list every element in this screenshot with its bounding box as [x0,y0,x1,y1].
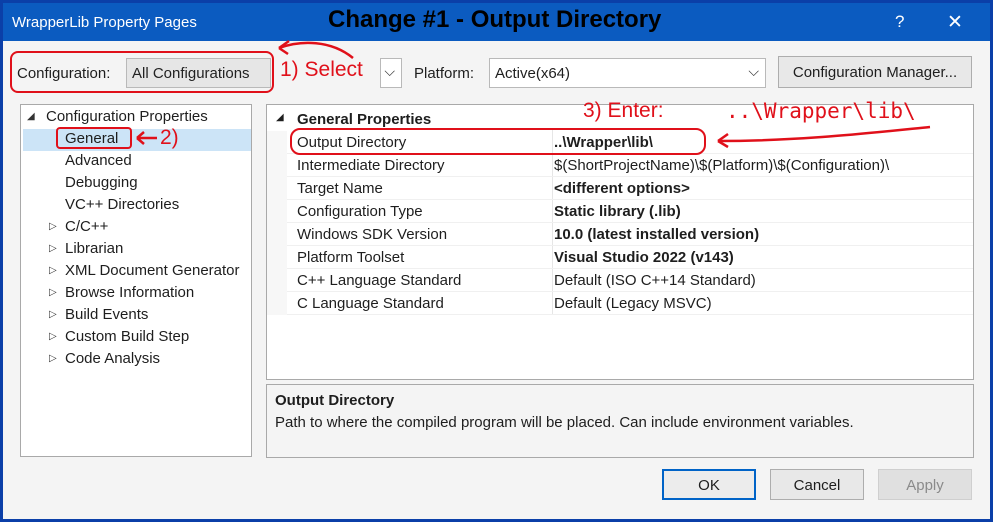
property-pages-dialog: WrapperLib Property Pages Change #1 - Ou… [0,0,993,522]
tree-item-advanced[interactable]: Advanced [65,152,132,172]
apply-button[interactable]: Apply [878,469,972,500]
expand-arrow-icon[interactable]: ▷ [49,353,57,364]
banner-title: Change #1 - Output Directory [328,6,662,33]
platform-value: Active(x64) [495,65,571,82]
property-row-platform-toolset[interactable]: Platform Toolset Visual Studio 2022 (v14… [287,246,973,269]
category-tree: ◢ Configuration Properties General Advan… [20,104,252,457]
annotation-output-directory-highlight [290,128,706,155]
expand-arrow-icon[interactable]: ▷ [49,243,57,254]
tree-item-vc-directories[interactable]: VC++ Directories [65,196,179,216]
configuration-manager-button[interactable]: Configuration Manager... [778,56,972,88]
cancel-button[interactable]: Cancel [770,469,864,500]
property-row-c-language-standard[interactable]: C Language Standard Default (Legacy MSVC… [287,292,973,315]
chevron-down-icon: ⌵ [748,63,759,79]
annotation-step-3-label: 3) Enter: [583,99,664,122]
annotation-arrow-3 [717,125,931,149]
configuration-dropdown-toggle[interactable]: ⌵ [380,58,402,88]
chevron-down-icon: ⌵ [384,63,395,79]
annotation-arrow-2 [136,131,157,145]
expand-arrow-icon[interactable]: ▷ [49,287,57,298]
annotation-configuration-highlight [10,51,274,93]
description-text: Path to where the compiled program will … [275,414,854,431]
property-row-cpp-language-standard[interactable]: C++ Language Standard Default (ISO C++14… [287,269,973,292]
description-panel: Output Directory Path to where the compi… [266,384,974,458]
property-row-intermediate-directory[interactable]: Intermediate Directory $(ShortProjectNam… [287,154,973,177]
collapse-arrow-icon[interactable]: ◢ [27,111,35,122]
expand-arrow-icon[interactable]: ▷ [49,309,57,320]
annotation-step-2: 2) [160,126,179,149]
property-row-windows-sdk-version[interactable]: Windows SDK Version 10.0 (latest install… [287,223,973,246]
annotation-arrow-1 [278,39,354,59]
collapse-arrow-icon[interactable]: ◢ [276,112,284,123]
expand-arrow-icon[interactable]: ▷ [49,331,57,342]
close-icon[interactable]: ✕ [947,11,963,34]
help-icon[interactable]: ? [895,12,904,32]
title-bar: WrapperLib Property Pages Change #1 - Ou… [3,3,990,41]
annotation-step-3-value: ..\Wrapper\lib\ [726,99,916,123]
window-title: WrapperLib Property Pages [12,14,197,31]
expand-arrow-icon[interactable]: ▷ [49,265,57,276]
property-row-configuration-type[interactable]: Configuration Type Static library (.lib) [287,200,973,223]
platform-label: Platform: [414,65,475,82]
description-title: Output Directory [275,392,395,409]
grid-gutter [267,131,287,315]
ok-button[interactable]: OK [662,469,756,500]
platform-dropdown[interactable]: Active(x64) ⌵ [489,58,766,88]
tree-item-debugging[interactable]: Debugging [65,174,138,194]
section-title: General Properties [297,111,432,128]
property-row-target-name[interactable]: Target Name <different options> [287,177,973,200]
annotation-general-highlight [56,127,132,149]
expand-arrow-icon[interactable]: ▷ [49,221,57,232]
